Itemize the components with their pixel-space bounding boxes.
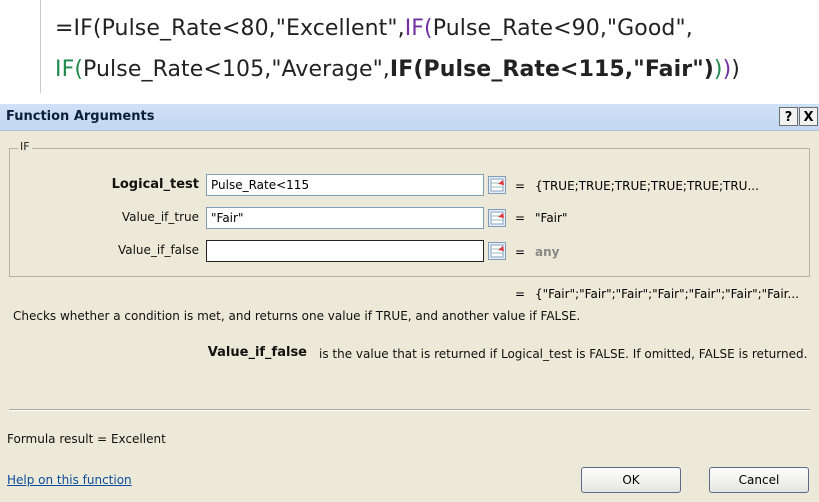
logical-test-input[interactable]: Pulse_Rate<115 [206, 174, 484, 196]
ok-button[interactable]: OK [581, 467, 681, 493]
formula-segment: Pulse_Rate<80,"Excellent", [101, 16, 405, 41]
formula-snippet: =IF(Pulse_Rate<80,"Excellent",IF(Pulse_R… [0, 0, 819, 93]
value-if-false-result: any [535, 245, 560, 259]
value-if-true-eq: = [515, 211, 526, 225]
formula-segment: Pulse_Rate<90,"Good", [432, 16, 693, 41]
help-button[interactable]: ? [779, 107, 798, 126]
formula-line-2: IF(Pulse_Rate<105,"Average",IF(Pulse_Rat… [55, 57, 740, 82]
separator [9, 409, 810, 411]
function-name: IF [18, 140, 32, 153]
help-link[interactable]: Help on this function [7, 473, 132, 487]
formula-result: Formula result = Excellent [7, 432, 166, 446]
collapse-dialog-icon[interactable] [488, 242, 506, 260]
formula-segment: =IF( [55, 16, 102, 41]
function-description: Checks whether a condition is met, and r… [13, 309, 581, 323]
formula-segment: IF( [404, 16, 433, 41]
overall-eq: = [515, 287, 526, 301]
value-if-false-label: Value_if_false [117, 243, 199, 257]
function-arguments-dialog: Function Arguments ? X IF Logical_test P… [0, 104, 819, 502]
arg-help-name: Value_if_false [207, 345, 307, 360]
cancel-button[interactable]: Cancel [709, 467, 809, 493]
logical-test-result: {TRUE;TRUE;TRUE;TRUE;TRUE;TRU... [535, 179, 759, 193]
logical-test-eq: = [515, 179, 526, 193]
value-if-true-input[interactable]: "Fair" [206, 207, 484, 229]
arg-help-text: is the value that is returned if Logical… [319, 347, 808, 361]
collapse-dialog-icon[interactable] [488, 209, 506, 227]
formula-left-border [40, 0, 41, 93]
value-if-false-input[interactable] [206, 240, 484, 262]
formula-segment: Pulse_Rate<105,"Average", [83, 57, 390, 82]
formula-segment: IF( [55, 57, 84, 82]
formula-line-1: =IF(Pulse_Rate<80,"Excellent",IF(Pulse_R… [55, 16, 693, 41]
dialog-title: Function Arguments [6, 109, 155, 124]
value-if-true-label: Value_if_true [121, 210, 199, 224]
close-button[interactable]: X [799, 107, 818, 126]
formula-segment: ) [731, 57, 740, 82]
logical-test-label: Logical_test [111, 177, 199, 192]
collapse-dialog-icon[interactable] [488, 176, 506, 194]
formula-segment: IF(Pulse_Rate<115,"Fair") [389, 57, 714, 82]
formula-segment: ) [722, 57, 732, 82]
value-if-false-eq: = [515, 245, 526, 259]
dialog-titlebar[interactable]: Function Arguments ? X [0, 104, 819, 131]
overall-result: {"Fair";"Fair";"Fair";"Fair";"Fair";"Fai… [535, 287, 799, 301]
formula-segment: ) [713, 57, 723, 82]
value-if-true-result: "Fair" [535, 211, 568, 225]
